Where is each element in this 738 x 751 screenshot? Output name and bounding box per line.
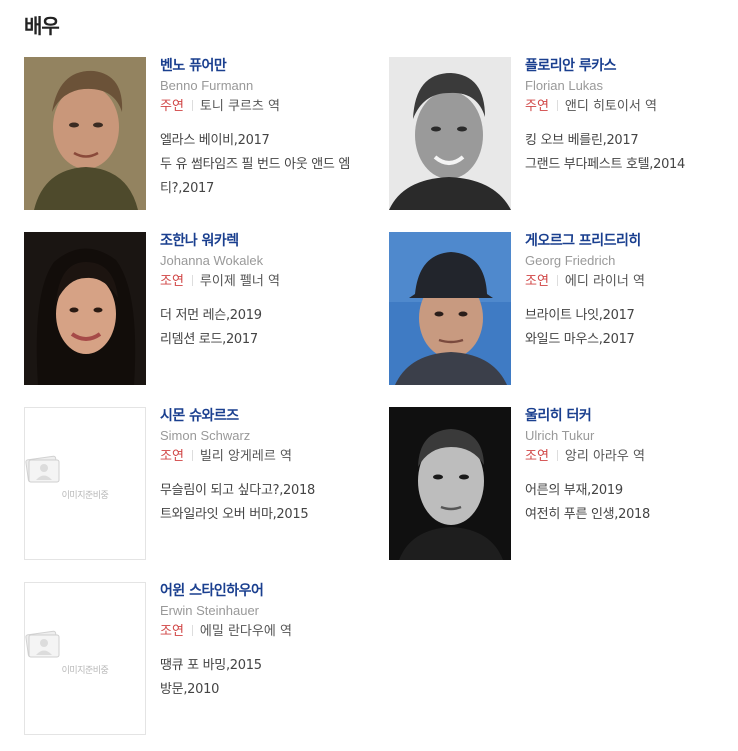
filmography-item[interactable]: 브라이트 나잇,2017 [525,304,738,328]
filmography-item[interactable]: 엘라스 베이비,2017 [160,129,385,153]
actor-name[interactable]: 벤노 퓨어만 [160,57,385,75]
photo-placeholder[interactable]: 이미지준비중 [24,407,146,560]
filmography-item[interactable]: 그랜드 부다페스트 호텔,2014 [525,153,738,177]
role-type-badge: 조연 [525,449,549,464]
actor-photo[interactable] [389,407,511,560]
actor-card: 이미지준비중 어윈 스타인하우어 Erwin Steinhauer 조연 에밀 란… [24,582,384,737]
filmography-list: 땡큐 포 바밍,2015 방문,2010 [160,654,385,702]
actor-name[interactable]: 플로리안 루카스 [525,57,738,75]
filmography-item[interactable]: 방문,2010 [160,678,385,702]
filmography-item[interactable]: 여전히 푸른 인생,2018 [525,503,738,527]
actor-name[interactable]: 조한나 워카렉 [160,232,385,250]
divider [556,275,558,286]
role-type-badge: 조연 [160,449,184,464]
filmography-list: 킹 오브 베를린,2017 그랜드 부다페스트 호텔,2014 [525,129,738,177]
role-name: 앙리 아라우 역 [564,449,645,464]
filmography-item[interactable]: 땡큐 포 바밍,2015 [160,654,385,678]
filmography-list: 무슬림이 되고 싶다고?,2018 트와일라잇 오버 버마,2015 [160,479,385,527]
actor-card: 울리히 터커 Ulrich Tukur 조연 앙리 아라우 역 어른의 부재,20… [389,407,738,562]
actor-card: 플로리안 루카스 Florian Lukas 주연 앤디 히토이서 역 킹 오브 … [389,57,738,212]
actor-english-name: Florian Lukas [525,78,604,93]
actor-card: 이미지준비중 시몬 슈와르즈 Simon Schwarz 조연 빌리 앙게레르 역… [24,407,384,562]
filmography-item[interactable]: 킹 오브 베를린,2017 [525,129,738,153]
role-name: 에밀 란다우에 역 [199,624,292,639]
role-name: 루이제 펠너 역 [199,274,280,289]
divider [191,450,193,461]
divider [556,450,558,461]
actor-english-name: Benno Furmann [160,78,254,93]
filmography-item[interactable]: 와일드 마우스,2017 [525,328,738,352]
role-line: 조연 에디 라이너 역 [525,273,738,290]
actor-name[interactable]: 시몬 슈와르즈 [160,407,385,425]
filmography-item[interactable]: 트와일라잇 오버 버마,2015 [160,503,385,527]
filmography-item[interactable]: 어른의 부재,2019 [525,479,738,503]
actor-english-name: Ulrich Tukur [525,428,595,443]
role-name: 앤디 히토이서 역 [564,99,657,114]
placeholder-text: 이미지준비중 [61,666,109,676]
actor-card: 벤노 퓨어만 Benno Furmann 주연 토니 쿠르츠 역 엘라스 베이비,… [24,57,384,212]
role-type-badge: 주연 [160,99,184,114]
role-line: 주연 앤디 히토이서 역 [525,98,738,115]
photo-placeholder[interactable]: 이미지준비중 [24,582,146,735]
role-type-badge: 조연 [160,274,184,289]
divider [191,100,193,111]
actor-english-name: Erwin Steinhauer [160,603,259,618]
actor-card: 게오르그 프리드리히 Georg Friedrich 조연 에디 라이너 역 브라… [389,232,738,387]
actor-photo[interactable] [24,232,146,385]
actor-english-name: Georg Friedrich [525,253,616,268]
actor-photo[interactable] [389,232,511,385]
filmography-list: 더 저먼 레슨,2019 리뎀션 로드,2017 [160,304,385,352]
section-title: 배우 [24,14,60,38]
placeholder-text: 이미지준비중 [61,491,109,501]
actor-photo[interactable] [389,57,511,210]
divider [191,275,193,286]
divider [556,100,558,111]
role-name: 토니 쿠르츠 역 [199,99,280,114]
actor-name[interactable]: 울리히 터커 [525,407,738,425]
image-placeholder-icon [25,455,60,483]
role-type-badge: 주연 [525,99,549,114]
filmography-item[interactable]: 더 저먼 레슨,2019 [160,304,385,328]
role-line: 주연 토니 쿠르츠 역 [160,98,385,115]
actor-photo[interactable] [24,57,146,210]
filmography-item[interactable]: 두 유 썸타임즈 필 번드 아웃 앤드 엠티?,2017 [160,153,385,201]
role-type-badge: 조연 [160,624,184,639]
actor-name[interactable]: 어윈 스타인하우어 [160,582,385,600]
role-type-badge: 조연 [525,274,549,289]
role-line: 조연 에밀 란다우에 역 [160,623,385,640]
filmography-item[interactable]: 무슬림이 되고 싶다고?,2018 [160,479,385,503]
actor-english-name: Johanna Wokalek [160,253,264,268]
actor-english-name: Simon Schwarz [160,428,251,443]
filmography-list: 엘라스 베이비,2017 두 유 썸타임즈 필 번드 아웃 앤드 엠티?,201… [160,129,385,201]
actor-card: 조한나 워카렉 Johanna Wokalek 조연 루이제 펠너 역 더 저먼 … [24,232,384,387]
role-line: 조연 앙리 아라우 역 [525,448,738,465]
role-line: 조연 루이제 펠너 역 [160,273,385,290]
role-name: 에디 라이너 역 [564,274,645,289]
filmography-list: 어른의 부재,2019 여전히 푸른 인생,2018 [525,479,738,527]
role-name: 빌리 앙게레르 역 [199,449,292,464]
image-placeholder-icon [25,630,60,658]
filmography-item[interactable]: 리뎀션 로드,2017 [160,328,385,352]
role-line: 조연 빌리 앙게레르 역 [160,448,385,465]
filmography-list: 브라이트 나잇,2017 와일드 마우스,2017 [525,304,738,352]
actor-name[interactable]: 게오르그 프리드리히 [525,232,738,250]
divider [191,625,193,636]
